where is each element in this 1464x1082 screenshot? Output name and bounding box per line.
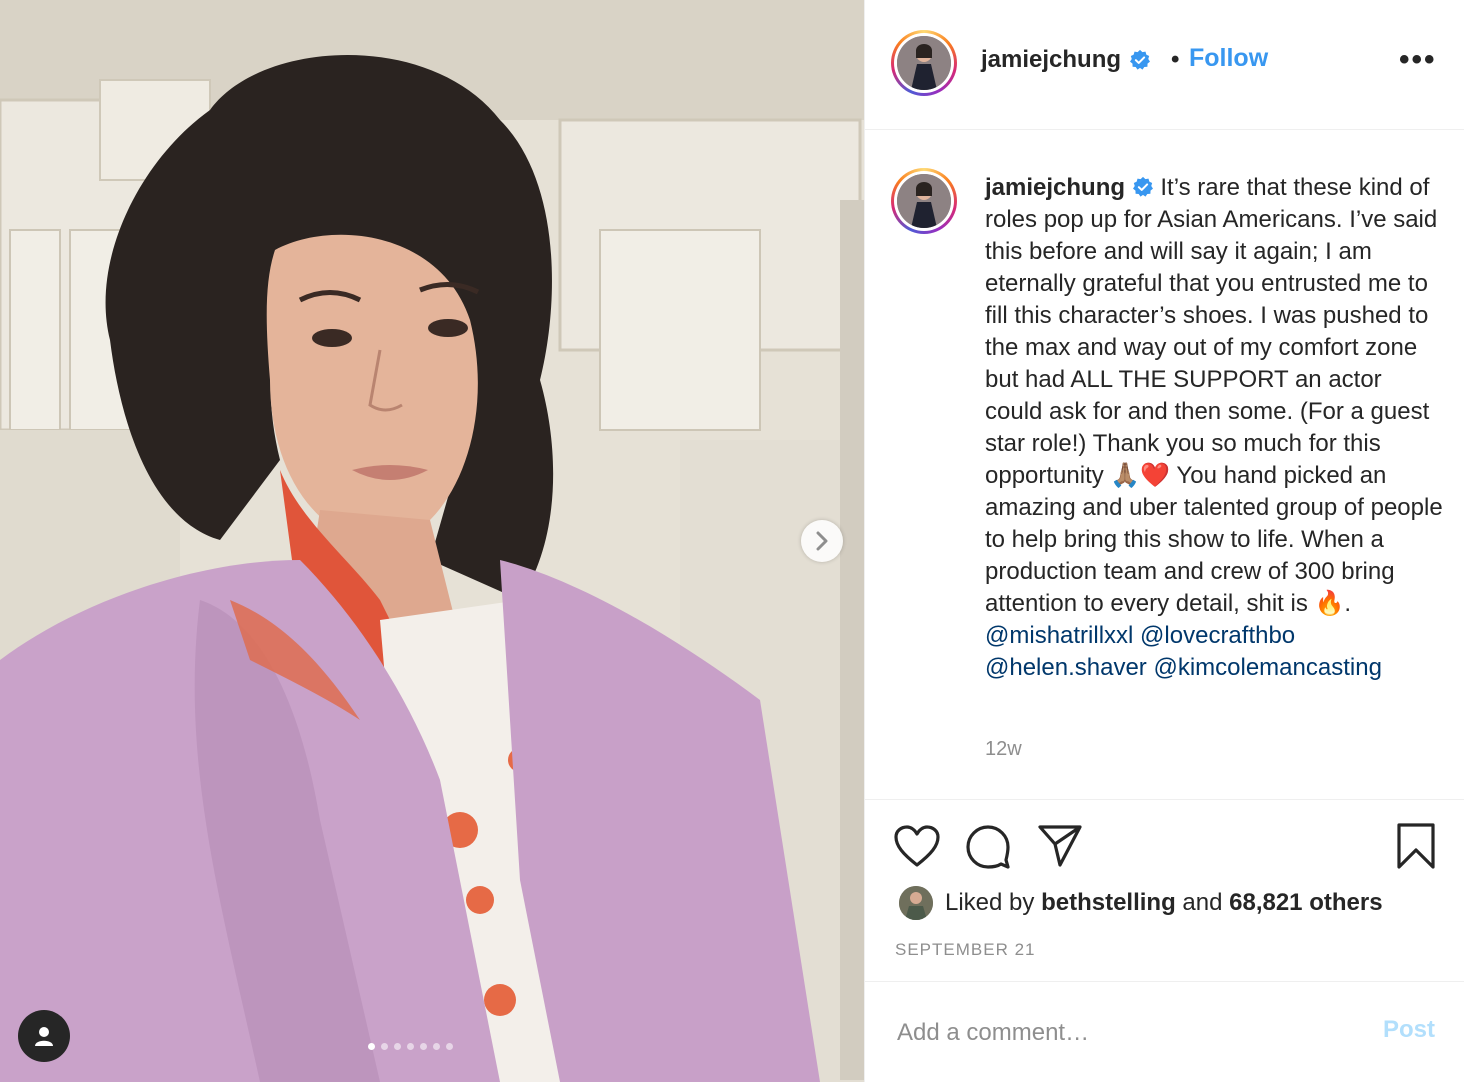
carousel-indicator (368, 1043, 453, 1050)
mention-link[interactable]: @kimcolemancasting (1153, 654, 1381, 681)
bookmark-icon (1397, 823, 1435, 869)
verified-badge-icon (1132, 176, 1153, 197)
carousel-dot (381, 1043, 388, 1050)
avatar-image (897, 174, 951, 228)
author-username[interactable]: jamiejchung (981, 46, 1151, 74)
carousel-dot (446, 1043, 453, 1050)
liker-avatar-image (899, 886, 933, 920)
caption-emoji: 🔥 (1314, 590, 1345, 617)
carousel-dot (407, 1043, 414, 1050)
next-slide-button[interactable] (801, 520, 843, 562)
comment-input[interactable] (895, 1014, 1359, 1052)
comment-button[interactable] (965, 824, 1011, 875)
caption-emoji: 🙏🏽❤️ (1110, 462, 1171, 489)
post-photo-image (0, 0, 864, 1082)
post-photo[interactable] (0, 0, 864, 1082)
header-separator: • (1171, 46, 1180, 73)
caption-timestamp[interactable]: 12w (985, 738, 1022, 761)
post-header: jamiejchung • Follow ••• (865, 0, 1464, 130)
liked-by-and: and (1182, 889, 1223, 916)
likes-count[interactable]: 68,821 others (1229, 889, 1382, 916)
post-details-panel: jamiejchung • Follow ••• jamiejchung It’… (864, 0, 1464, 1082)
post-actions: Liked by bethstelling and 68,821 others … (865, 800, 1464, 982)
username-link[interactable]: jamiejchung (981, 46, 1121, 74)
comment-bubble-icon (966, 825, 1010, 869)
caption-username[interactable]: jamiejchung (985, 174, 1125, 201)
mention-link[interactable]: @lovecrafthbo (1140, 622, 1295, 649)
liked-by-prefix: Liked by (945, 889, 1035, 916)
mention-link[interactable]: @helen.shaver (985, 654, 1147, 681)
caption-author-avatar[interactable] (891, 168, 957, 234)
mention-link[interactable]: @mishatrillxxl (985, 622, 1133, 649)
verified-badge-icon (1130, 49, 1151, 70)
carousel-dot (368, 1043, 375, 1050)
post-comment-button[interactable]: Post (1383, 1016, 1435, 1044)
share-button[interactable] (1037, 824, 1083, 873)
caption-section: jamiejchung It’s rare that these kind of… (865, 130, 1464, 800)
heart-icon (894, 825, 940, 867)
paper-plane-icon (1038, 825, 1082, 867)
likes-summary: Liked by bethstelling and 68,821 others (899, 886, 1383, 920)
avatar-image (897, 36, 951, 90)
liker-avatar[interactable] (899, 886, 933, 920)
liked-by-user[interactable]: bethstelling (1041, 889, 1176, 916)
comment-form: Post (865, 982, 1464, 1082)
tagged-users-button[interactable] (18, 1010, 70, 1062)
chevron-right-icon (816, 531, 828, 551)
user-tag-icon (35, 1027, 53, 1046)
post-date[interactable]: SEPTEMBER 21 (895, 940, 1036, 960)
carousel-dot (420, 1043, 427, 1050)
follow-button[interactable]: Follow (1189, 44, 1268, 73)
caption-text: . (1344, 590, 1352, 617)
save-button[interactable] (1395, 822, 1437, 875)
caption-text: It’s rare that these kind of roles pop u… (985, 174, 1438, 489)
carousel-dot (433, 1043, 440, 1050)
more-options-button[interactable]: ••• (1399, 45, 1437, 75)
carousel-dot (394, 1043, 401, 1050)
post-caption: jamiejchung It’s rare that these kind of… (985, 172, 1445, 684)
author-avatar[interactable] (891, 30, 957, 96)
like-button[interactable] (893, 824, 941, 873)
